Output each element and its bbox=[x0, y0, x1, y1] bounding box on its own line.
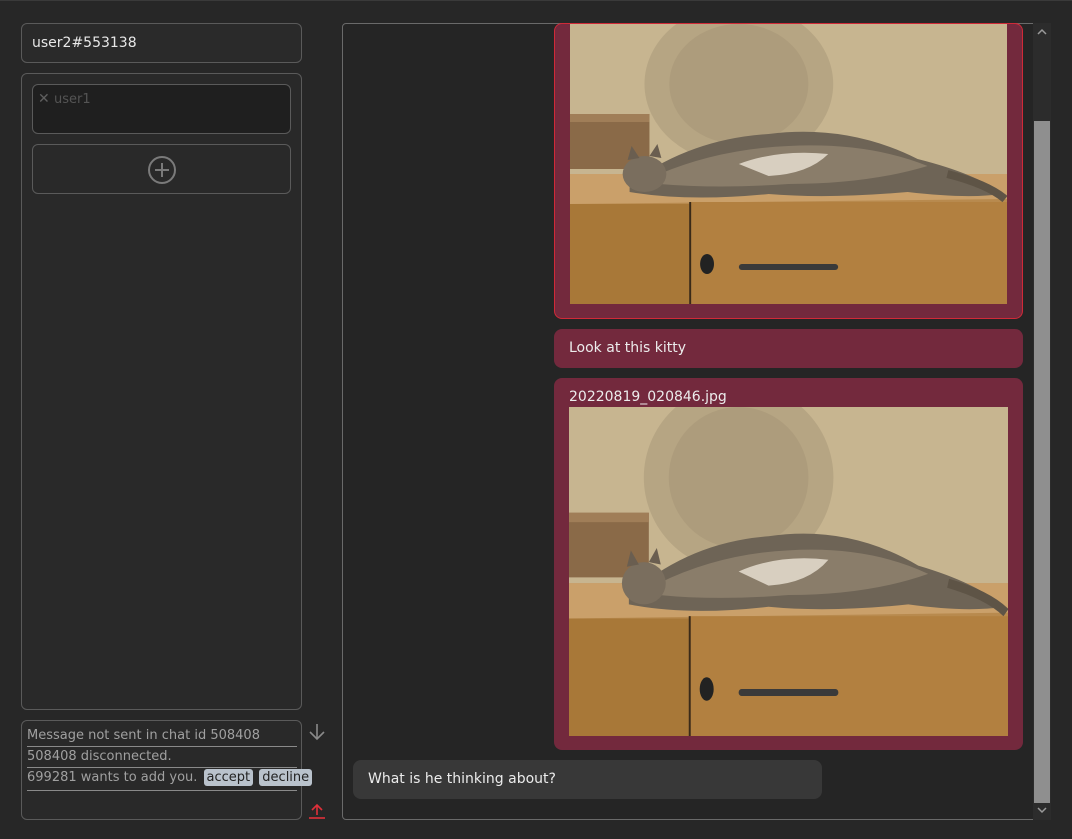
decline-button[interactable]: decline bbox=[259, 769, 313, 786]
cat-photo-image bbox=[570, 24, 1007, 304]
chevron-down-icon[interactable] bbox=[1037, 806, 1047, 814]
message-text-bubble-incoming[interactable]: What is he thinking about? bbox=[353, 760, 822, 799]
user-id-field[interactable]: user2#553138 bbox=[21, 23, 302, 63]
cat-photo-image bbox=[569, 407, 1008, 736]
notification-item: 699281 wants to add you. accept decline bbox=[27, 768, 313, 791]
scrollbar-thumb[interactable] bbox=[1034, 121, 1050, 803]
message-image-bubble[interactable]: 20220819_020846.jpg bbox=[554, 378, 1023, 750]
message-image-bubble[interactable] bbox=[554, 23, 1023, 319]
contact-name: user1 bbox=[54, 92, 91, 107]
notification-item: Message not sent in chat id 508408 bbox=[27, 726, 297, 747]
message-text-bubble[interactable]: Look at this kitty bbox=[554, 329, 1023, 368]
plus-circle-icon bbox=[148, 156, 176, 184]
message-text: What is he thinking about? bbox=[368, 771, 556, 787]
notification-text: Message not sent in chat id 508408 bbox=[27, 728, 260, 743]
upload-icon[interactable] bbox=[307, 803, 327, 821]
cat-photo[interactable] bbox=[569, 407, 1008, 736]
notifications-panel: Message not sent in chat id 508408 50840… bbox=[21, 720, 313, 820]
cat-photo[interactable] bbox=[570, 24, 1007, 304]
notification-text: 508408 disconnected. bbox=[27, 749, 172, 764]
accept-button[interactable]: accept bbox=[203, 769, 254, 786]
close-icon[interactable]: ✕ bbox=[38, 91, 50, 107]
contacts-panel: ✕ user1 bbox=[21, 73, 302, 710]
message-text: Look at this kitty bbox=[569, 340, 687, 356]
chevron-up-icon[interactable] bbox=[1037, 28, 1047, 36]
contact-item-user1[interactable]: ✕ user1 bbox=[32, 84, 291, 134]
notification-text: 699281 wants to add you. bbox=[27, 770, 198, 785]
chat-scrollbar[interactable] bbox=[1033, 23, 1051, 820]
arrow-down-icon[interactable] bbox=[307, 722, 327, 742]
notification-item: 508408 disconnected. bbox=[27, 747, 297, 768]
add-contact-button[interactable] bbox=[32, 144, 291, 194]
attachment-filename[interactable]: 20220819_020846.jpg bbox=[569, 388, 727, 406]
